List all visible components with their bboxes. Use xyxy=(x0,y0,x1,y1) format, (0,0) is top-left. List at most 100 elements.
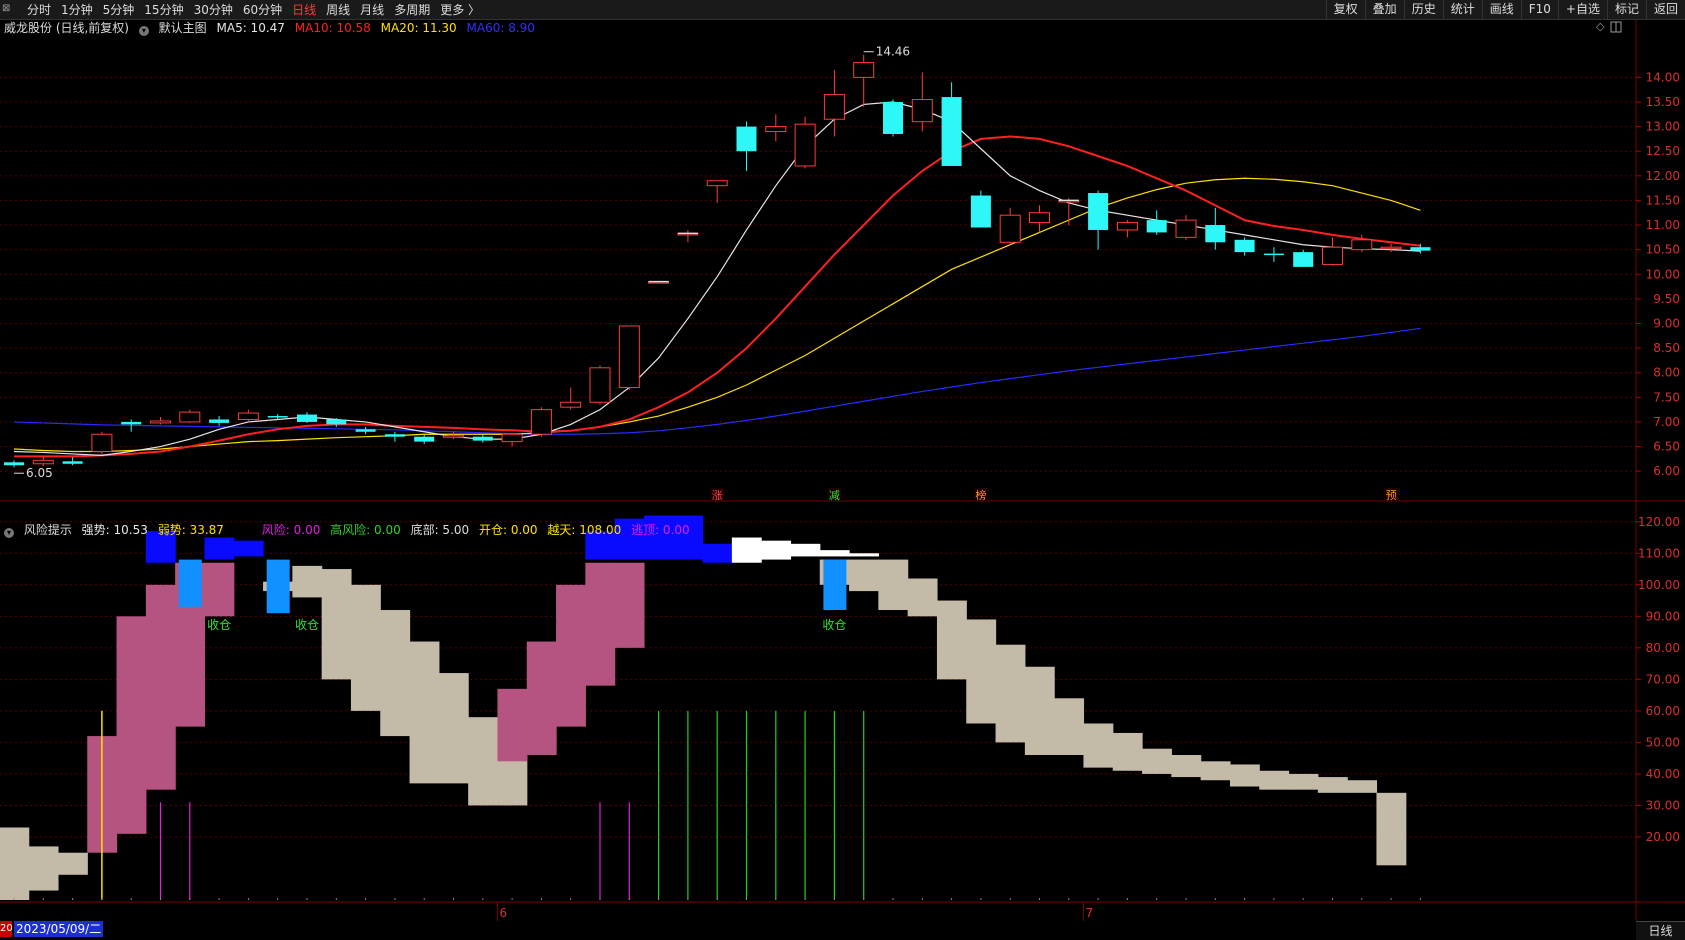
beige-block xyxy=(1171,755,1202,778)
ma60-value: MA60: 8.90 xyxy=(466,21,535,35)
kline-chart[interactable]: 6.00 6.50 7.00 7.50 8.00 8.50 9.00 9.50 10.00 10.… xyxy=(0,20,1685,921)
close-position-label: 收仓 xyxy=(207,618,231,632)
tool-button-8[interactable]: 返回 xyxy=(1645,0,1685,19)
blue-block xyxy=(233,540,264,557)
main-y-tick-label: 8.50 xyxy=(1653,341,1680,355)
lightblue-block xyxy=(266,559,290,614)
tool-button-6[interactable]: +自选 xyxy=(1557,0,1607,19)
cursor-date: 2023/05/09/二 xyxy=(16,922,102,936)
settings-dot-icon[interactable]: ▾ xyxy=(138,26,149,36)
event-marker: 榜 xyxy=(975,488,986,502)
escape-value: 逃顶: 0.00 xyxy=(631,523,690,537)
event-marker: 减 xyxy=(829,489,840,502)
ma20-value: MA20: 11.30 xyxy=(380,21,457,35)
candle-body-down xyxy=(326,419,347,425)
beige-block xyxy=(995,644,1026,743)
period-label[interactable]: 日线 xyxy=(1636,921,1685,940)
indicator-y-tick-label: 120.00 xyxy=(1638,515,1680,529)
beige-block xyxy=(1376,792,1407,866)
main-y-tick-label: 12.50 xyxy=(1646,144,1680,158)
candle-body-up xyxy=(91,433,113,452)
ma20-line xyxy=(13,177,1421,453)
high-price-label: 14.46 xyxy=(876,45,910,59)
main-y-tick-label: 14.00 xyxy=(1646,70,1680,84)
candle-body-down xyxy=(1263,253,1284,256)
candle-body-up xyxy=(823,94,845,120)
candle-body-up xyxy=(530,409,552,435)
candle-body-down xyxy=(297,414,317,422)
candle-body-up xyxy=(589,367,611,403)
period-tab-10[interactable]: 更多 〉 xyxy=(440,1,480,18)
month-label: 7 xyxy=(1085,906,1093,920)
period-tab-4[interactable]: 30分钟 xyxy=(194,1,233,18)
beige-block xyxy=(907,578,938,617)
indicator-settings-dot-icon[interactable]: ▾ xyxy=(4,528,14,538)
tool-button-1[interactable]: 叠加 xyxy=(1364,0,1404,19)
tool-button-0[interactable]: 复权 xyxy=(1325,0,1365,19)
window-corner-icon[interactable]: ⊠ xyxy=(2,3,14,14)
pink-block xyxy=(204,562,235,617)
ma10-value: MA10: 10.58 xyxy=(294,21,371,35)
candle-body-down xyxy=(1088,193,1109,230)
candle-body-down xyxy=(62,461,83,464)
main-y-tick-label: 13.00 xyxy=(1646,120,1680,134)
candle-body-down xyxy=(414,436,435,442)
period-tab-6[interactable]: 日线 xyxy=(292,1,316,18)
close-position-label: 收仓 xyxy=(822,618,846,632)
main-y-tick-label: 6.00 xyxy=(1653,464,1680,478)
indicator-name[interactable]: 风险提示 xyxy=(24,523,72,537)
main-y-tick-label: 11.00 xyxy=(1646,218,1680,232)
period-tab-0[interactable]: 分时 xyxy=(27,1,51,18)
candle-body-down xyxy=(355,429,376,432)
white-block xyxy=(731,537,762,563)
indicator-y-tick-label: 60.00 xyxy=(1646,704,1680,718)
period-tabs: 分时 1分钟 5分钟 15分钟 30分钟 60分钟 日线 周线 月线 多周期 更多 〉 xyxy=(27,0,480,19)
template-name[interactable]: 默认主图 xyxy=(159,21,207,35)
candle-body-up xyxy=(706,180,728,187)
period-tab-9[interactable]: 多周期 xyxy=(394,1,430,18)
candle-body-down xyxy=(1205,225,1226,243)
white-block xyxy=(849,553,879,557)
candle-body-down xyxy=(1146,220,1167,233)
weak-value: 弱势: 33.87 xyxy=(157,523,224,537)
main-y-tick-label: 11.50 xyxy=(1646,193,1680,207)
stock-name[interactable]: 威龙股份 (日线,前复权) xyxy=(4,21,129,35)
candle-body-down xyxy=(970,195,991,228)
tool-button-7[interactable]: 标记 xyxy=(1606,0,1646,19)
main-y-tick-label: 6.50 xyxy=(1653,440,1680,454)
white-block xyxy=(761,540,792,560)
candle-body-up xyxy=(618,325,640,388)
candle-body-up xyxy=(1175,219,1197,238)
beige-block xyxy=(438,673,469,784)
beige-block xyxy=(1259,770,1290,790)
tool-button-2[interactable]: 历史 xyxy=(1403,0,1443,19)
beige-block xyxy=(1024,666,1055,756)
period-tab-1[interactable]: 1分钟 xyxy=(61,1,93,18)
tool-button-3[interactable]: 统计 xyxy=(1442,0,1482,19)
candle-body-down xyxy=(1293,252,1314,267)
candle-body-up xyxy=(794,123,816,167)
lightblue-block xyxy=(823,559,847,611)
indicator-y-tick-label: 100.00 xyxy=(1638,578,1680,592)
beige-block xyxy=(1054,698,1085,756)
beige-block xyxy=(409,641,440,784)
candle-body-down xyxy=(384,434,405,437)
period-tab-3[interactable]: 15分钟 xyxy=(144,1,183,18)
pink-block xyxy=(556,584,586,727)
tool-button-4[interactable]: 画线 xyxy=(1481,0,1521,19)
beige-block xyxy=(0,827,30,900)
period-tab-5[interactable]: 60分钟 xyxy=(243,1,282,18)
ma5-value: MA5: 10.47 xyxy=(216,21,285,35)
close-position-label: 收仓 xyxy=(295,618,319,632)
tool-button-5[interactable]: F10 xyxy=(1520,0,1558,19)
beige-block xyxy=(966,619,997,724)
period-tab-7[interactable]: 周线 xyxy=(326,1,350,18)
candle-body-up xyxy=(1351,239,1373,251)
indicator-y-tick-label: 90.00 xyxy=(1646,609,1680,623)
white-block xyxy=(819,550,850,557)
period-tab-8[interactable]: 月线 xyxy=(360,1,384,18)
main-y-tick-label: 7.00 xyxy=(1653,415,1680,429)
candle-body-down xyxy=(883,101,903,134)
candle-body-up xyxy=(32,459,54,465)
period-tab-2[interactable]: 5分钟 xyxy=(103,1,135,18)
